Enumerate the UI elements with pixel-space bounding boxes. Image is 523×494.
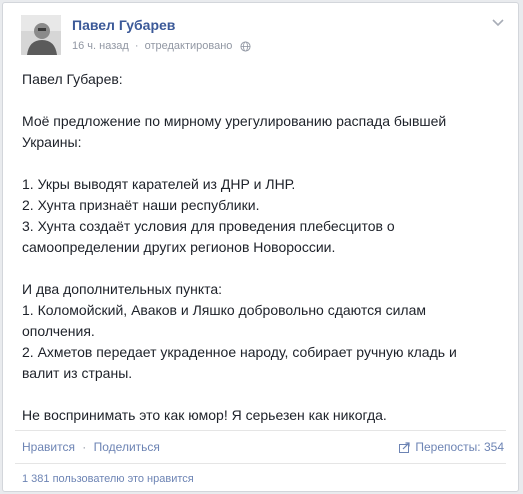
post-body: Павел Губарев: Моё предложение по мирному…: [22, 69, 502, 426]
post-text-line: самоопределении других регионов Новоросс…: [22, 239, 336, 255]
post-text-line: 1. Коломойский, Аваков и Ляшко доброволь…: [22, 302, 427, 318]
shares-label: Перепосты: 354: [415, 440, 504, 454]
post-text-line: 3. Хунта создаёт условия для проведения …: [22, 218, 395, 234]
meta-separator: ·: [134, 40, 139, 53]
post-text-line: ополчения.: [22, 323, 95, 339]
avatar[interactable]: [21, 15, 61, 55]
share-icon: [399, 442, 410, 453]
post-text-line: Павел Губарев:: [22, 71, 123, 87]
chevron-down-icon[interactable]: [492, 19, 504, 27]
post-text-line: И два дополнительных пункта:: [22, 281, 223, 297]
post-text-line: 2. Хунта признаёт наши республики.: [22, 197, 260, 213]
share-button[interactable]: Поделиться: [94, 440, 160, 454]
likes-summary[interactable]: 1 381 пользователю это нравится: [22, 473, 194, 485]
divider: [15, 463, 506, 464]
shares-count[interactable]: Перепосты: 354: [399, 440, 504, 454]
avatar-photo: [21, 15, 61, 55]
post-text-line: 1. Укры выводят карателей из ДНР и ЛНР.: [22, 176, 296, 192]
like-button[interactable]: Нравится: [22, 440, 75, 454]
post-text-line: валит из страны.: [22, 365, 133, 381]
edited-label[interactable]: отредактировано: [145, 40, 233, 52]
post-text-line: Моё предложение по мирному урегулировани…: [22, 113, 447, 129]
post-text-line: Украины:: [22, 134, 82, 150]
globe-icon: [240, 41, 252, 52]
action-separator: ·: [82, 440, 87, 454]
author-name[interactable]: Павел Губарев: [72, 17, 175, 33]
post-text-line: Не воспринимать это как юмор! Я серьезен…: [22, 407, 387, 423]
post-time[interactable]: 16 ч. назад: [72, 40, 129, 52]
divider: [15, 430, 506, 431]
post-card: Павел Губарев 16 ч. назад · отредактиров…: [2, 2, 519, 492]
post-text-line: 2. Ахметов передает украденное народу, с…: [22, 344, 457, 360]
post-header: Павел Губарев 16 ч. назад · отредактиров…: [21, 15, 506, 59]
post-meta: 16 ч. назад · отредактировано: [72, 40, 252, 53]
action-bar: Нравится · Поделиться Перепосты: 354: [22, 440, 506, 454]
